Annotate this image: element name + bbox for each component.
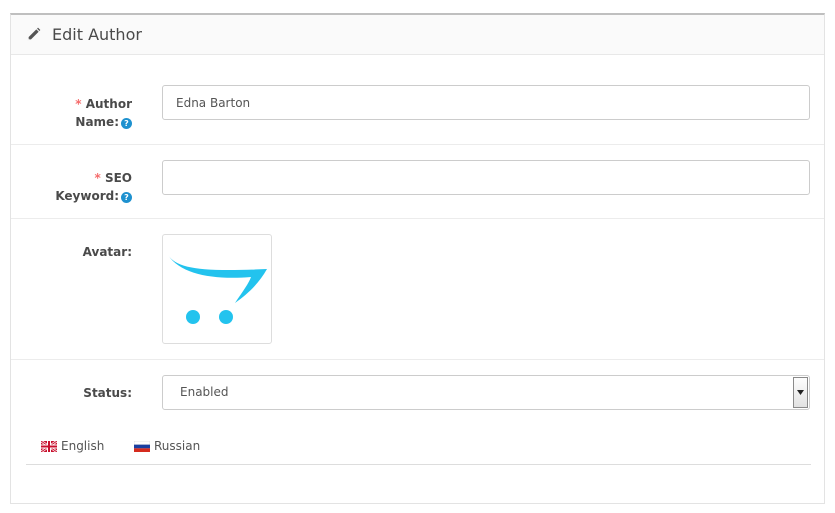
seo-keyword-label: * SEO Keyword:? xyxy=(12,169,132,205)
status-selected-value: Enabled xyxy=(180,385,229,399)
panel-heading: Edit Author xyxy=(11,15,824,55)
required-mark: * xyxy=(75,97,82,111)
seo-keyword-input[interactable] xyxy=(162,160,810,195)
author-name-label: * Author Name:? xyxy=(12,95,132,131)
required-mark: * xyxy=(94,171,101,185)
tab-english-label: English xyxy=(61,439,105,453)
help-icon[interactable]: ? xyxy=(121,118,132,129)
tab-english[interactable]: English xyxy=(41,436,104,456)
russia-flag-icon xyxy=(134,440,150,452)
author-name-input[interactable] xyxy=(162,85,810,120)
seo-keyword-label-line1: SEO xyxy=(104,171,132,185)
panel-title: Edit Author xyxy=(52,25,142,44)
uk-flag-icon xyxy=(41,440,57,452)
author-name-label-line2: Name: xyxy=(75,115,119,129)
pencil-icon xyxy=(25,27,41,43)
language-tabs: English Russian xyxy=(26,436,811,465)
seo-keyword-row: * SEO Keyword:? xyxy=(11,145,824,219)
seo-keyword-label-line2: Keyword: xyxy=(55,189,119,203)
status-select[interactable]: Enabled xyxy=(162,375,810,410)
tab-russian[interactable]: Russian xyxy=(134,436,200,456)
author-name-label-line1: Author xyxy=(85,97,132,111)
author-name-row: * Author Name:? xyxy=(11,55,824,145)
help-icon[interactable]: ? xyxy=(121,192,132,203)
status-label: Status: xyxy=(83,386,132,400)
tab-russian-label: Russian xyxy=(154,439,201,453)
chevron-down-icon[interactable] xyxy=(793,377,808,408)
opencart-cart-logo xyxy=(168,255,267,324)
avatar-row: Avatar: xyxy=(11,219,824,360)
avatar-label: Avatar: xyxy=(82,245,132,259)
status-row: Status: Enabled xyxy=(11,360,824,426)
edit-author-panel: Edit Author * Author Name:? * SEO Keywor… xyxy=(10,13,825,504)
avatar-image-button[interactable] xyxy=(162,234,272,344)
